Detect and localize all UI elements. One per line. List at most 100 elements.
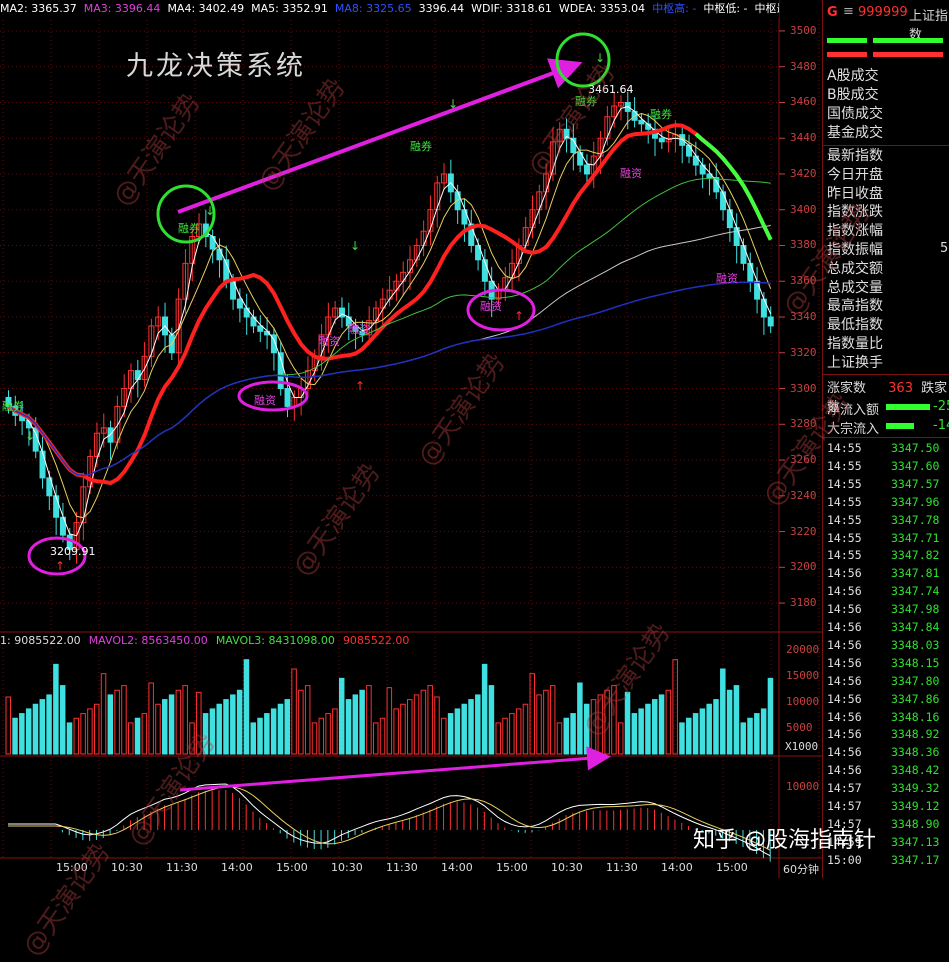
- volume-bar: [230, 694, 236, 755]
- volume-bar: [257, 717, 263, 755]
- ma-legend-item: MA4: 3402.49: [167, 2, 245, 15]
- volume-bar: [679, 722, 685, 755]
- tick-row[interactable]: 14:55 3347.96: [823, 494, 949, 512]
- time-tick-label: 15:00: [716, 861, 748, 874]
- tick-row[interactable]: 14:56 3348.03: [823, 637, 949, 655]
- chart-canvas[interactable]: 3209.913461.64融券融券融券融券融券融资融资融资融资融资融资↓↓↓↓…: [0, 0, 822, 878]
- ma-legend-item: WDIF: 3318.61: [471, 2, 552, 15]
- volume-bar: [134, 717, 141, 755]
- tick-row[interactable]: 14:57 3349.32: [823, 780, 949, 798]
- volume-legend: 1: 9085522.00 MAVOL2: 8563450.00 MAVOL3: 8…: [0, 634, 417, 647]
- volume-bar: [645, 703, 651, 755]
- volume-bar: [59, 685, 66, 755]
- tick-row[interactable]: 14:55 3347.82: [823, 547, 949, 565]
- price-tick-label: 3440: [790, 131, 817, 145]
- tick-time: 14:56: [827, 763, 862, 778]
- tick-price: 3348.15: [891, 655, 940, 670]
- tick-price: 3349.32: [891, 781, 940, 796]
- time-tick-label: 10:30: [111, 861, 143, 874]
- down-arrow-icon: ↓: [205, 204, 215, 218]
- tick-price: 3347.60: [891, 458, 940, 473]
- volume-bar: [359, 689, 365, 755]
- volume-bar: [264, 713, 270, 755]
- tick-time: 14:56: [827, 673, 862, 688]
- tick-row[interactable]: 14:55 3347.50: [823, 440, 949, 458]
- stats-edge-value: 5: [940, 241, 949, 256]
- tick-time: 14:56: [827, 655, 862, 670]
- tick-time: 14:55: [827, 530, 862, 545]
- down-arrow-icon: ↓: [448, 97, 458, 111]
- price-tick-label: 3500: [790, 23, 817, 37]
- tick-row[interactable]: 14:56 3347.84: [823, 619, 949, 637]
- period-label[interactable]: 60分钟: [783, 861, 819, 877]
- volume-legend-item: 1: 9085522.00: [0, 634, 81, 647]
- time-tick-label: 11:30: [166, 861, 198, 874]
- volume-bar: [338, 677, 345, 755]
- tick-row[interactable]: 14:55 3347.71: [823, 530, 949, 548]
- tick-price: 3347.57: [891, 476, 940, 491]
- tick-time: 14:56: [827, 727, 862, 742]
- volume-legend-item: MAVOL2: 8563450.00: [88, 634, 208, 647]
- tick-time: 14:55: [827, 548, 862, 563]
- tick-row[interactable]: 14:56 3347.86: [823, 691, 949, 709]
- tick-time: 14:55: [827, 476, 862, 491]
- rongquan-marker: 融券: [410, 139, 432, 153]
- tick-row[interactable]: 14:56 3347.80: [823, 673, 949, 691]
- volume-bar: [720, 668, 726, 755]
- volume-bar: [162, 699, 168, 755]
- tick-row[interactable]: 14:57 3349.12: [823, 798, 949, 816]
- ma-legend-item: MA3: 3396.44: [83, 2, 161, 15]
- rongquan-marker: 融券: [2, 399, 24, 413]
- tick-price: 3347.13: [891, 834, 940, 849]
- rongzi-marker: 融资: [348, 323, 370, 336]
- volume-bar: [740, 722, 746, 755]
- volume-bar: [631, 713, 638, 755]
- volume-bar: [53, 663, 59, 755]
- tick-row[interactable]: 14:55 3347.60: [823, 458, 949, 476]
- volume-bar: [12, 717, 18, 755]
- tick-row[interactable]: 14:56 3348.42: [823, 762, 949, 780]
- tick-price: 3347.50: [891, 441, 940, 455]
- volume-bar: [706, 703, 712, 755]
- tick-price: 3347.80: [891, 673, 940, 688]
- tick-time: 14:56: [827, 691, 862, 706]
- index-header[interactable]: G ≡ 999999 上证指数: [823, 0, 949, 43]
- tick-price: 3347.74: [891, 584, 940, 599]
- tick-row[interactable]: 15:00 3347.17: [823, 852, 949, 870]
- tick-price: 3347.84: [891, 620, 940, 634]
- tick-row[interactable]: 14:56 3348.15: [823, 655, 949, 673]
- volume-bar: [223, 699, 229, 755]
- tick-row[interactable]: 14:55 3347.78: [823, 512, 949, 530]
- rongzi-marker: 融资: [620, 167, 642, 180]
- tick-price: 3348.92: [891, 727, 940, 742]
- rongquan-marker: 融券: [178, 221, 200, 235]
- tick-time: 14:57: [827, 781, 862, 796]
- volume-bar: [481, 663, 488, 755]
- tick-price: 3348.16: [891, 709, 940, 724]
- price-tick-label: 3300: [790, 381, 817, 395]
- tick-row[interactable]: 14:56 3347.81: [823, 565, 949, 583]
- tick-row[interactable]: 14:56 3348.36: [823, 744, 949, 762]
- stat-label: 指数量比: [827, 336, 883, 352]
- volume-bar: [726, 689, 733, 755]
- volume-bar: [754, 713, 760, 755]
- tick-price: 3347.71: [891, 530, 940, 545]
- time-tick-label: 10:30: [551, 861, 583, 874]
- tick-row[interactable]: 14:56 3347.98: [823, 601, 949, 619]
- stat-label: B股成交: [827, 87, 879, 103]
- volume-bar: [475, 694, 481, 755]
- tick-row[interactable]: 14:56 3347.74: [823, 583, 949, 601]
- volume-bar: [250, 722, 256, 755]
- volume-bar: [692, 713, 699, 755]
- menu-icon[interactable]: ≡: [843, 4, 854, 19]
- tick-row[interactable]: 14:56 3348.92: [823, 726, 949, 744]
- price-tick-label: 3320: [790, 345, 817, 359]
- tick-time: 14:56: [827, 602, 862, 617]
- ma-legend-item: MA8: 3325.65: [334, 2, 412, 15]
- tick-row[interactable]: 14:55 3347.57: [823, 476, 949, 494]
- rongzi-marker: 融资: [480, 300, 502, 313]
- up-arrow-icon: ↑: [55, 559, 65, 573]
- volume-bar: [760, 708, 767, 755]
- volume-bar: [66, 722, 73, 755]
- tick-row[interactable]: 14:56 3348.16: [823, 709, 949, 727]
